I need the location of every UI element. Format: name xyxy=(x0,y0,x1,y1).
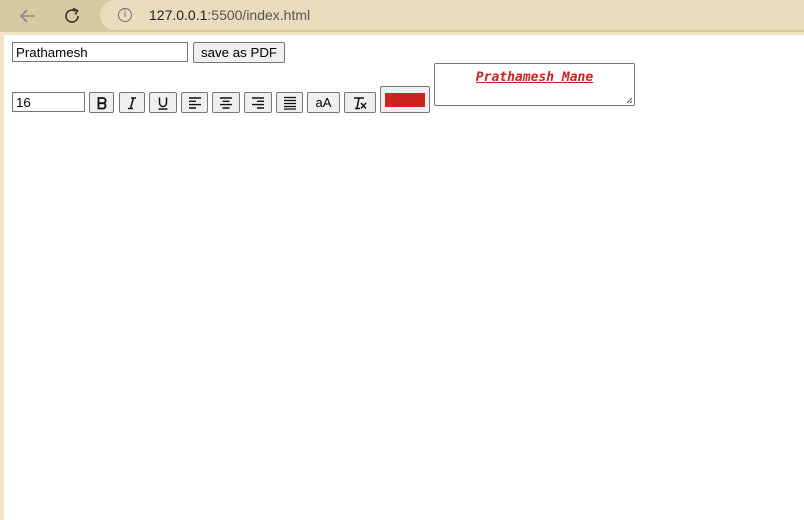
text-color-picker[interactable] xyxy=(380,86,430,113)
align-left-button[interactable] xyxy=(181,92,208,113)
clear-formatting-icon xyxy=(354,96,367,109)
font-size-input[interactable] xyxy=(12,92,85,112)
page-content: save as PDF aA xyxy=(4,35,804,520)
reload-icon xyxy=(65,7,79,23)
align-left-icon xyxy=(188,96,201,109)
align-center-button[interactable] xyxy=(212,92,240,113)
bold-icon xyxy=(97,96,106,109)
url-text[interactable]: 127.0.0.1:5500/index.html xyxy=(149,7,310,23)
italic-button[interactable] xyxy=(119,92,145,113)
resize-grip-icon[interactable] xyxy=(625,96,633,104)
align-right-button[interactable] xyxy=(244,92,272,113)
align-center-icon xyxy=(220,96,232,109)
justify-icon xyxy=(283,96,296,110)
underline-button[interactable] xyxy=(149,92,177,113)
bold-button[interactable] xyxy=(89,92,114,113)
back-arrow-icon xyxy=(19,9,35,23)
preview-text: Prathamesh Mane xyxy=(475,70,594,85)
italic-icon xyxy=(128,96,136,109)
align-right-icon xyxy=(252,96,264,109)
toggle-case-label: aA xyxy=(315,95,332,110)
color-swatch xyxy=(385,92,425,107)
name-input[interactable] xyxy=(12,42,188,62)
save-as-pdf-button[interactable]: save as PDF xyxy=(193,42,285,63)
reload-button[interactable] xyxy=(60,4,84,28)
browser-toolbar: i 127.0.0.1:5500/index.html xyxy=(0,0,804,32)
back-button[interactable] xyxy=(16,4,40,28)
toggle-case-button[interactable]: aA xyxy=(307,92,340,113)
url-host: 127.0.0.1 xyxy=(149,7,208,23)
underline-icon xyxy=(158,97,168,110)
address-bar[interactable]: i 127.0.0.1:5500/index.html xyxy=(100,0,804,30)
justify-button[interactable] xyxy=(276,92,303,113)
clear-formatting-button[interactable] xyxy=(344,92,376,113)
url-path: :5500/index.html xyxy=(207,7,311,23)
site-info-icon[interactable]: i xyxy=(118,8,132,22)
preview-textarea[interactable]: Prathamesh Mane xyxy=(434,63,635,106)
